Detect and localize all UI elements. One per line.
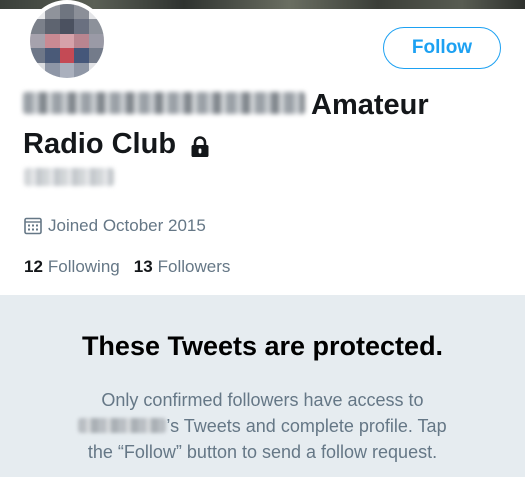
protected-message: Only confirmed followers have access to … — [30, 387, 495, 465]
protected-heading: These Tweets are protected. — [81, 331, 444, 361]
redacted-handle-inline — [78, 417, 167, 433]
protected-line-1: Only confirmed followers have access to — [101, 390, 424, 410]
lock-icon — [190, 130, 210, 158]
followers-label: Followers — [157, 257, 231, 276]
protected-line-3: the “Follow” button to send a follow req… — [87, 442, 438, 462]
follow-counts: 12 Following 13 Followers — [24, 257, 230, 277]
redacted-name — [23, 92, 305, 115]
calendar-icon — [24, 217, 42, 235]
followers-link[interactable]: 13 Followers — [134, 257, 231, 277]
joined-date: Joined October 2015 — [24, 216, 206, 236]
followers-count: 13 — [133, 257, 153, 276]
protected-line-2: ’s Tweets and complete profile. Tap — [166, 416, 447, 436]
avatar-image — [30, 4, 104, 78]
profile-name: Amateur Radio Club — [23, 86, 503, 164]
name-word-amateur: Amateur — [311, 89, 429, 121]
redacted-handle — [24, 168, 114, 186]
profile-page: Follow Amateur Radio Club Joined October… — [0, 0, 525, 477]
following-count: 12 — [24, 257, 43, 276]
joined-text: Joined October 2015 — [48, 216, 206, 235]
following-link[interactable]: 12 Following — [24, 257, 120, 277]
follow-button[interactable]: Follow — [383, 27, 501, 69]
name-line-2: Radio Club — [23, 128, 177, 160]
following-label: Following — [47, 257, 120, 276]
protected-notice: These Tweets are protected. Only confirm… — [0, 295, 525, 477]
avatar[interactable] — [26, 0, 108, 82]
